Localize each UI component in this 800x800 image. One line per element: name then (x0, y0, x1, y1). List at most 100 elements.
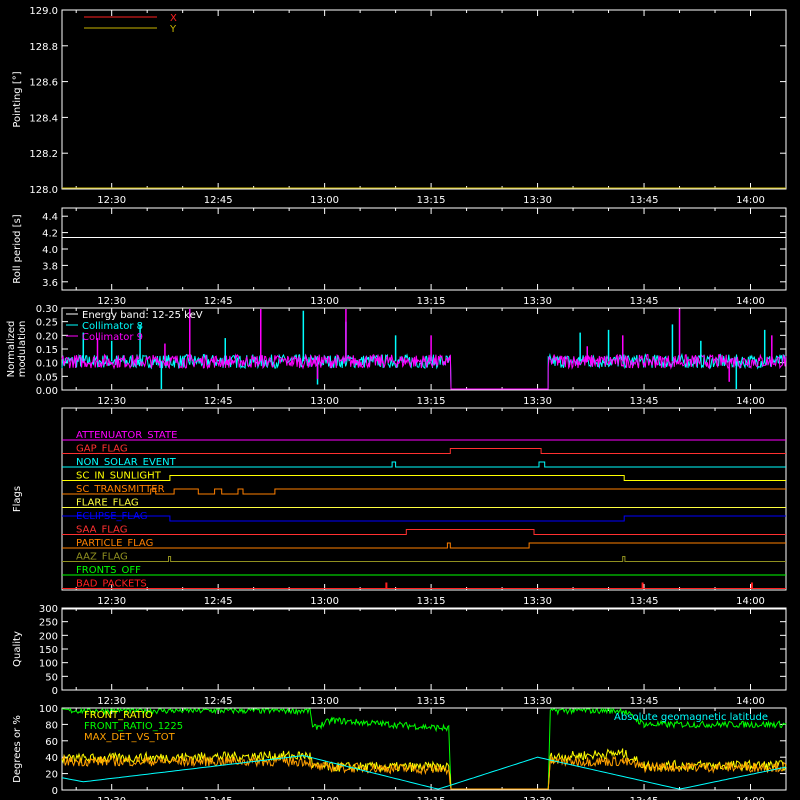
flag-label: SC_TRANSMITTER (76, 484, 165, 495)
roll-xtick-label: 13:00 (310, 296, 339, 307)
flags-xtick-label: 13:00 (310, 596, 339, 607)
quality-panel: 12:30 12:45 13:00 13:15 13:30 13:45 14:00 Quali… (12, 604, 787, 707)
roll-ytick-label: 4.0 (42, 245, 58, 256)
modulation-ytick-label: 0.05 (36, 372, 58, 383)
flag-label: SAA_FLAG (76, 525, 127, 536)
pointing-frame (61, 9, 787, 190)
legend-entry: X (170, 13, 177, 24)
ratios-xtick-label: 13:30 (523, 796, 552, 800)
quality-xtick-label: 12:30 (97, 696, 126, 707)
pointing-ytick-label: 128.6 (29, 78, 58, 89)
flag-label: FLARE_FLAG (76, 498, 139, 509)
ratios-panel: 12:30 12:45 13:00 13:15 13:30 13:45 14:00 Degre… (12, 704, 787, 800)
quality-ytick-label: 150 (39, 645, 58, 656)
modulation-ytick-label: 0.20 (36, 331, 58, 342)
roll-ylabel: Roll period [s] (12, 214, 23, 283)
modulation-ytick-label: 0.10 (36, 359, 58, 370)
quality-ytick-label: 200 (39, 631, 58, 642)
quality-ytick-label: 0 (52, 686, 58, 697)
flag-line (62, 529, 786, 535)
flag-line (62, 488, 786, 495)
flag-label: GAP_FLAG (76, 444, 128, 455)
quality-xtick-label: 13:30 (523, 696, 552, 707)
ratios-ytick-label: 60 (45, 737, 58, 748)
roll-frame (61, 207, 787, 291)
ratios-xtick-label: 12:30 (97, 796, 126, 800)
flag-line (62, 448, 786, 454)
flags-xtick-label: 13:45 (630, 596, 659, 607)
modulation-xtick-label: 13:30 (523, 396, 552, 407)
ratios-ytick-label: 0 (52, 786, 58, 797)
flag-line (62, 475, 786, 481)
roll-xtick-label: 13:45 (630, 296, 659, 307)
modulation-ytick-label: 0.25 (36, 318, 58, 329)
roll-ytick-label: 3.8 (42, 261, 58, 272)
legend-entry: MAX_DET_VS_TOT (84, 732, 176, 743)
roll-ytick-label: 3.6 (42, 278, 58, 289)
flags-ylabel: Flags (12, 486, 23, 512)
flag-label: NON_SOLAR_EVENT (76, 457, 177, 468)
flag-line (62, 515, 786, 522)
pointing-panel: 12:30 12:45 13:00 13:15 13:30 13:45 14:00 Point… (12, 6, 787, 206)
modulation-panel: 12:30 12:45 13:00 13:15 13:30 13:45 14:00 Norma… (6, 304, 787, 407)
ratios-xtick-label: 13:45 (630, 796, 659, 800)
pointing-xtick-label: 13:30 (523, 195, 552, 206)
flags-xtick-label: 13:15 (417, 596, 446, 607)
ratios-xtick-label: 12:45 (204, 796, 233, 800)
pointing-ytick-label: 128.2 (29, 149, 58, 160)
roll-xtick-label: 12:45 (204, 296, 233, 307)
roll-xtick-label: 12:30 (97, 296, 126, 307)
ratios-ytick-label: 20 (45, 770, 58, 781)
ratios-ytick-label: 80 (45, 720, 58, 731)
quality-xtick-label: 13:15 (417, 696, 446, 707)
modulation-xtick-label: 13:00 (310, 396, 339, 407)
pointing-xtick-label: 12:45 (204, 195, 233, 206)
pointing-ytick-label: 128.4 (29, 113, 58, 124)
flag-label: ECLIPSE_FLAG (76, 511, 147, 522)
legend-entry: FRONT_RATIO_1225 (84, 721, 183, 732)
ratios-xtick-label: 13:15 (417, 796, 446, 800)
quality-xtick-label: 13:00 (310, 696, 339, 707)
modulation-ytick-label: 0.15 (36, 345, 58, 356)
quality-xtick-label: 12:45 (204, 696, 233, 707)
flag-label: FRONTS_OFF (76, 565, 141, 576)
quality-ytick-label: 100 (39, 659, 58, 670)
roll-panel: 12:30 12:45 13:00 13:15 13:30 13:45 14:00 Roll … (12, 207, 787, 307)
flag-label: AAZ_FLAG (76, 552, 128, 563)
geomagnetic-latitude-label: Absolute geomagnetic latitude (614, 712, 768, 723)
quality-ylabel: Quality (12, 631, 23, 667)
flag-label: BAD_PACKETS (76, 579, 147, 590)
pointing-ytick-label: 128.8 (29, 42, 58, 53)
series-line (61, 755, 787, 790)
ratios-ytick-label: 40 (45, 753, 58, 764)
roll-xtick-label: 13:15 (417, 296, 446, 307)
flags-panel: 12:30 12:45 13:00 13:15 13:30 13:45 14:00 Flags… (12, 407, 787, 607)
flags-xtick-label: 13:30 (523, 596, 552, 607)
modulation-xtick-label: 12:30 (97, 396, 126, 407)
pointing-xtick-label: 13:00 (310, 195, 339, 206)
flags-xtick-label: 14:00 (736, 596, 765, 607)
roll-ytick-label: 4.2 (42, 229, 58, 240)
modulation-ylabel: modulation (17, 321, 28, 378)
modulation-ytick-label: 0.00 (36, 386, 58, 397)
quality-ytick-label: 50 (45, 672, 58, 683)
flag-label: ATTENUATOR_STATE (76, 430, 177, 441)
quality-ytick-label: 250 (39, 618, 58, 629)
modulation-xtick-label: 13:15 (417, 396, 446, 407)
modulation-xtick-label: 12:45 (204, 396, 233, 407)
roll-xtick-label: 13:30 (523, 296, 552, 307)
pointing-ylabel: Pointing [°] (12, 71, 23, 127)
roll-ytick-label: 4.4 (42, 212, 58, 223)
ratios-ytick-label: 100 (39, 704, 58, 715)
legend-entry: Energy band: 12-25 keV (82, 310, 203, 321)
legend-entry: Collimator 8 (82, 321, 143, 332)
pointing-xtick-label: 12:30 (97, 195, 126, 206)
legend-entry: Collimator 9 (82, 332, 143, 343)
flags-xtick-label: 12:45 (204, 596, 233, 607)
modulation-xtick-label: 14:00 (736, 396, 765, 407)
pointing-xtick-label: 13:15 (417, 195, 446, 206)
quality-ytick-label: 300 (39, 604, 58, 615)
flag-line (62, 542, 786, 549)
pointing-xtick-label: 13:45 (630, 195, 659, 206)
legend-entry: Y (169, 24, 177, 35)
